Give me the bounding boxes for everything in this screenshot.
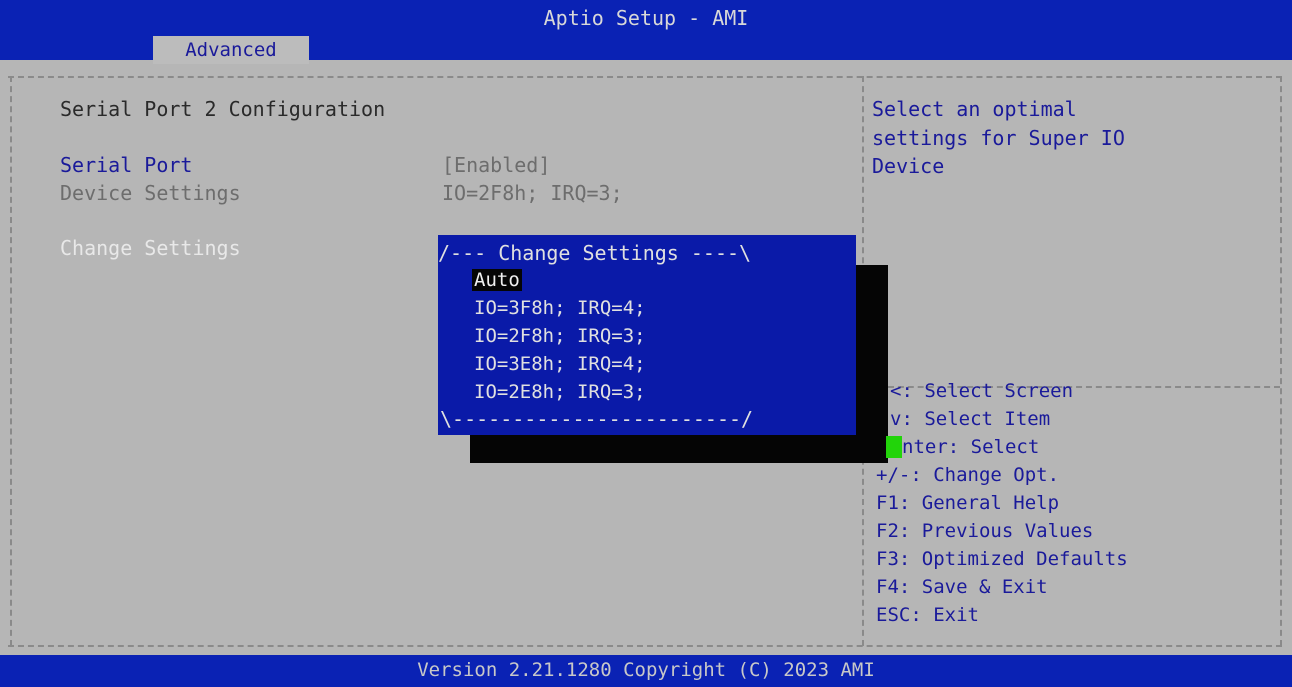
setting-device-settings-value: IO=2F8h; IRQ=3; <box>442 181 623 205</box>
help-description-line: settings for Super IO <box>872 126 1125 150</box>
frame-bottom-border <box>8 645 1282 647</box>
app-title: Aptio Setup - AMI <box>543 6 749 30</box>
section-title: Serial Port 2 Configuration <box>60 97 386 121</box>
popup-option[interactable]: IO=2E8h; IRQ=3; <box>474 381 646 403</box>
popup-option[interactable]: IO=3F8h; IRQ=4; <box>474 297 646 319</box>
help-key-select-screen: <: Select Screen <box>890 380 1074 402</box>
help-key-previous-values: F2: Previous Values <box>876 520 1094 542</box>
change-settings-popup: /--- Change Settings ----\ Auto IO=3F8h;… <box>438 235 856 435</box>
setting-serial-port-value[interactable]: [Enabled] <box>442 153 550 177</box>
popup-option[interactable]: IO=2F8h; IRQ=3; <box>474 325 646 347</box>
setting-serial-port[interactable]: Serial Port <box>60 153 192 177</box>
popup-option-auto[interactable]: Auto <box>472 269 522 291</box>
help-key-optimized-defaults: F3: Optimized Defaults <box>876 548 1128 570</box>
help-key-select: nter: Select <box>902 436 1040 458</box>
footer-bar: Version 2.21.1280 Copyright (C) 2023 AMI <box>0 655 1292 687</box>
help-key-select-item: v: Select Item <box>890 408 1051 430</box>
setting-device-settings: Device Settings <box>60 181 241 205</box>
title-bar: Aptio Setup - AMI Advanced <box>0 0 1292 64</box>
popup-shadow <box>470 435 888 463</box>
frame-right-border <box>1280 76 1282 646</box>
popup-shadow <box>856 265 888 463</box>
frame-left-border <box>10 76 12 646</box>
frame-top-border <box>8 76 1282 78</box>
popup-option[interactable]: IO=3E8h; IRQ=4; <box>474 353 646 375</box>
setting-change-settings[interactable]: Change Settings <box>60 236 241 260</box>
help-key-general-help: F1: General Help <box>876 492 1060 514</box>
cursor-highlight <box>886 436 902 458</box>
help-key-change-opt: +/-: Change Opt. <box>876 464 1060 486</box>
help-key-save-exit: F4: Save & Exit <box>876 576 1048 598</box>
popup-bottom-border: \------------------------/ <box>440 407 754 431</box>
help-description-line: Select an optimal <box>872 97 1077 121</box>
version-text: Version 2.21.1280 Copyright (C) 2023 AMI <box>417 659 875 681</box>
tab-advanced[interactable]: Advanced <box>153 36 309 64</box>
help-description-line: Device <box>872 154 945 178</box>
help-key-exit: ESC: Exit <box>876 604 979 626</box>
popup-title: /--- Change Settings ----\ <box>438 241 752 265</box>
